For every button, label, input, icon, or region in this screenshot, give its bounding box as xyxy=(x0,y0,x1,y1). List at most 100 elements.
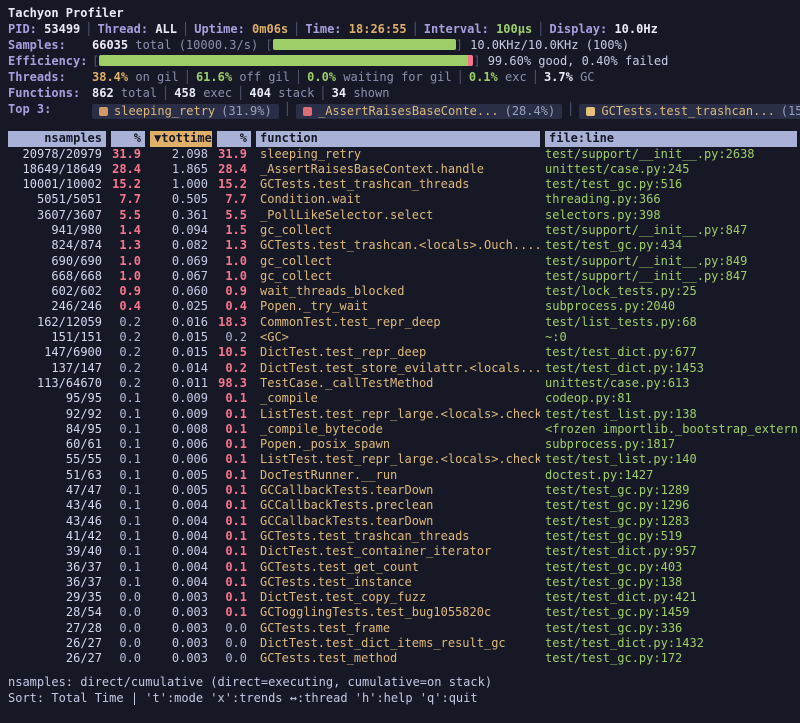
file-cell: test/test_gc.py:403 xyxy=(545,560,797,575)
file-cell: test/test_gc.py:519 xyxy=(545,529,797,544)
direct-pct-cell: 0.1 xyxy=(111,422,145,437)
cumulative-pct-cell: 0.1 xyxy=(217,437,251,452)
cumulative-pct-cell: 18.3 xyxy=(217,315,251,330)
direct-pct-cell: 0.2 xyxy=(111,361,145,376)
column-header-direct-pct[interactable]: % xyxy=(111,131,145,147)
cumulative-pct-cell: 0.1 xyxy=(217,605,251,620)
nsamples-cell: 55/55 xyxy=(8,452,106,467)
nsamples-cell: 668/668 xyxy=(8,269,106,284)
file-cell: test/test_gc.py:1289 xyxy=(545,483,797,498)
function-cell: GCTests.test_frame xyxy=(256,621,540,636)
table-row: 10001/1000215.21.00015.2GCTests.test_tra… xyxy=(8,177,800,192)
nsamples-cell: 941/980 xyxy=(8,223,106,238)
function-cell: Popen._posix_spawn xyxy=(256,437,540,452)
table-row: 690/6901.00.0691.0gc_collecttest/support… xyxy=(8,254,800,269)
cumulative-pct-cell: 0.1 xyxy=(217,575,251,590)
file-cell: codeop.py:81 xyxy=(545,391,797,406)
nsamples-cell: 151/151 xyxy=(8,330,106,345)
column-header-nsamples[interactable]: nsamples xyxy=(8,131,106,147)
app-title: Tachyon Profiler xyxy=(8,6,124,20)
file-cell: test/test_dict.py:1453 xyxy=(545,361,797,376)
top3-chip: GCTests.test_trashcan... (15.2%) xyxy=(579,104,800,119)
cumulative-pct-cell: 28.4 xyxy=(217,162,251,177)
function-cell: _compile xyxy=(256,391,540,406)
nsamples-cell: 246/246 xyxy=(8,299,106,314)
table-row: 151/1510.20.0150.2<GC>~:0 xyxy=(8,330,800,345)
separator: │ xyxy=(284,102,291,116)
nsamples-cell: 162/12059 xyxy=(8,315,106,330)
file-cell: test/test_list.py:140 xyxy=(545,452,797,467)
bracket: ] xyxy=(473,54,480,68)
tottime-cell: 0.005 xyxy=(150,483,212,498)
tottime-cell: 0.094 xyxy=(150,223,212,238)
file-cell: test/test_dict.py:421 xyxy=(545,590,797,605)
cumulative-pct-cell: 0.0 xyxy=(217,651,251,666)
nsamples-cell: 43/46 xyxy=(8,514,106,529)
file-cell: test/test_gc.py:172 xyxy=(545,651,797,666)
file-cell: ~:0 xyxy=(545,330,797,345)
separator: │ xyxy=(532,70,539,84)
function-cell: _AssertRaisesBaseContext.handle xyxy=(256,162,540,177)
function-cell: GCTests.test_get_count xyxy=(256,560,540,575)
top3-function-pct: (15.2%) xyxy=(781,104,800,120)
cumulative-pct-cell: 0.1 xyxy=(217,590,251,605)
samples-progress-bar xyxy=(273,39,456,50)
direct-pct-cell: 0.2 xyxy=(111,330,145,345)
thread-stat-label: GC xyxy=(580,70,594,84)
thread-stat-value: 61.6% xyxy=(196,70,232,84)
cumulative-pct-cell: 1.3 xyxy=(217,238,251,253)
file-cell: test/test_dict.py:677 xyxy=(545,345,797,360)
nsamples-cell: 3607/3607 xyxy=(8,208,106,223)
top3-label: Top 3: xyxy=(8,102,92,118)
threads-line: Threads:38.4% on gil│61.6% off gil│0.0% … xyxy=(8,70,800,86)
footer-note: nsamples: direct/cumulative (direct=exec… xyxy=(8,675,800,691)
table-row: 824/8741.30.0821.3GCTests.test_trashcan.… xyxy=(8,238,800,253)
table-row: 26/270.00.0030.0DictTest.test_dict_items… xyxy=(8,636,800,651)
tottime-cell: 0.004 xyxy=(150,498,212,513)
file-cell: test/support/__init__.py:847 xyxy=(545,223,797,238)
cumulative-pct-cell: 0.1 xyxy=(217,544,251,559)
direct-pct-cell: 1.4 xyxy=(111,223,145,238)
tottime-cell: 0.015 xyxy=(150,330,212,345)
samples-rate: 10.0KHz/10.0KHz (100%) xyxy=(470,38,629,52)
function-stat: 862 total xyxy=(92,86,157,100)
tottime-cell: 0.004 xyxy=(150,514,212,529)
file-cell: <frozen importlib._bootstrap_external xyxy=(545,422,797,437)
nsamples-cell: 690/690 xyxy=(8,254,106,269)
direct-pct-cell: 0.1 xyxy=(111,437,145,452)
table-row: 20978/2097931.92.09831.9sleeping_retryte… xyxy=(8,147,800,162)
nsamples-cell: 20978/20979 xyxy=(8,147,106,162)
time-value: 18:26:55 xyxy=(349,22,407,36)
function-cell: TestCase._callTestMethod xyxy=(256,376,540,391)
table-row: 137/1470.20.0140.2DictTest.test_store_ev… xyxy=(8,361,800,376)
function-cell: DictTest.test_dict_items_result_gc xyxy=(256,636,540,651)
tottime-cell: 0.025 xyxy=(150,299,212,314)
thread-stat: 3.7% GC xyxy=(544,70,595,84)
bracket: ] xyxy=(456,38,463,52)
top3-line: Top 3:sleeping_retry(31.9%)│_AssertRaise… xyxy=(8,102,800,118)
tottime-cell: 0.003 xyxy=(150,605,212,620)
separator: │ xyxy=(412,22,419,36)
tottime-cell: 0.003 xyxy=(150,590,212,605)
direct-pct-cell: 0.1 xyxy=(111,483,145,498)
file-cell: test/test_dict.py:957 xyxy=(545,544,797,559)
direct-pct-cell: 31.9 xyxy=(111,147,145,162)
column-header-cumulative-pct[interactable]: % xyxy=(217,131,251,147)
thread-value: ALL xyxy=(155,22,177,36)
cumulative-pct-cell: 0.4 xyxy=(217,299,251,314)
column-header-function[interactable]: function xyxy=(256,131,540,147)
table-row: 55/550.10.0060.1ListTest.test_repr_large… xyxy=(8,452,800,467)
direct-pct-cell: 0.2 xyxy=(111,315,145,330)
tottime-cell: 0.016 xyxy=(150,315,212,330)
tottime-cell: 0.014 xyxy=(150,361,212,376)
column-header-tottime-sorted[interactable]: ▼tottime xyxy=(150,131,212,147)
samples-label: Samples: xyxy=(8,38,92,54)
tottime-cell: 0.505 xyxy=(150,192,212,207)
functions-label: Functions: xyxy=(8,86,92,102)
top3-function-name: GCTests.test_trashcan... xyxy=(601,104,774,120)
cumulative-pct-cell: 0.2 xyxy=(217,361,251,376)
column-header-file[interactable]: file:line xyxy=(545,131,797,147)
function-stat: 458 exec xyxy=(174,86,232,100)
separator: │ xyxy=(457,70,464,84)
efficiency-progress-bar xyxy=(99,55,473,66)
